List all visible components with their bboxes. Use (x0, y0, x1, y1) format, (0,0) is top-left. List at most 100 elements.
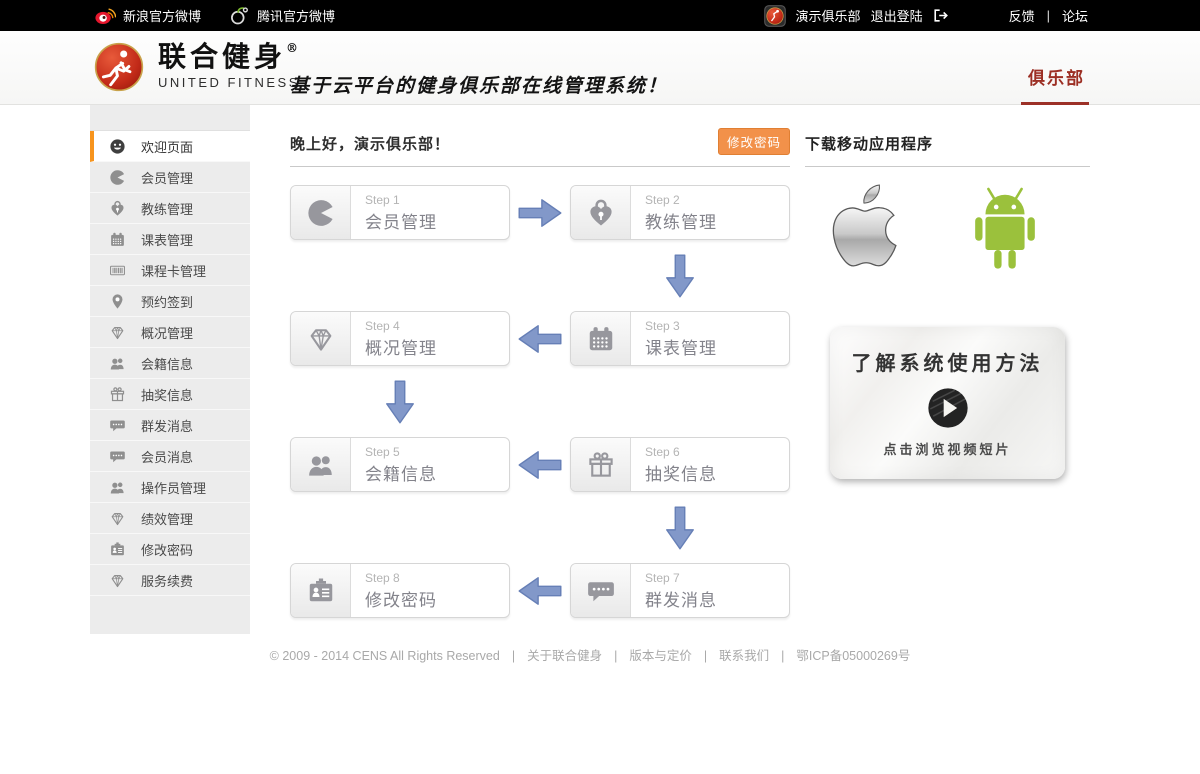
sidebar-item-checkin[interactable]: 预约签到 (90, 286, 250, 317)
step-box-password[interactable]: Step 8修改密码 (290, 563, 510, 618)
sidebar-item-coaches[interactable]: 教练管理 (90, 193, 250, 224)
sidebar-item-overview[interactable]: 概况管理 (90, 317, 250, 348)
sidebar-item-label: 会籍信息 (141, 354, 193, 373)
sidebar-top-filler (90, 105, 250, 131)
smiley-icon (109, 138, 126, 155)
diamond-icon (109, 324, 126, 341)
footer-divider: | (512, 649, 515, 663)
idcard-icon (109, 541, 126, 558)
feedback-link[interactable]: 反馈 (1009, 6, 1035, 25)
sidebar-item-welcome[interactable]: 欢迎页面 (90, 131, 250, 162)
sidebar-item-renewal[interactable]: 服务续费 (90, 565, 250, 596)
sidebar-item-label: 绩效管理 (141, 509, 193, 528)
download-title: 下载移动应用程序 (805, 105, 1090, 154)
footer-link[interactable]: 关于联合健身 (527, 649, 602, 663)
sidebar-item-course-cards[interactable]: 课程卡管理 (90, 255, 250, 286)
greeting-text: 晚上好，演示俱乐部！ (290, 136, 450, 153)
step-number: Step 3 (645, 319, 717, 333)
step-icon-cell (571, 312, 631, 365)
sidebar-item-label: 修改密码 (141, 540, 193, 559)
apple-logo[interactable] (817, 175, 907, 278)
logout-icon[interactable] (933, 8, 949, 23)
sidebar-item-label: 课程卡管理 (141, 261, 206, 280)
brand-name-en: UNITED FITNESS (158, 75, 300, 90)
sidebar-item-schedule[interactable]: 课表管理 (90, 224, 250, 255)
step-number: Step 1 (365, 193, 437, 207)
video-tutorial-note[interactable]: 了解系统使用方法 点击浏览视频短片 (830, 327, 1065, 479)
step-icon-cell (571, 564, 631, 617)
sidebar-list: 欢迎页面会员管理教练管理课表管理课程卡管理预约签到概况管理会籍信息抽奖信息群发消… (90, 131, 250, 596)
sidebar: 欢迎页面会员管理教练管理课表管理课程卡管理预约签到概况管理会籍信息抽奖信息群发消… (90, 105, 250, 634)
sidebar-item-broadcast[interactable]: 群发消息 (90, 410, 250, 441)
arrow-left-icon (510, 563, 570, 618)
arrow-left-icon (510, 437, 570, 492)
change-password-button[interactable]: 修改密码 (718, 128, 790, 155)
tencent-weibo-link[interactable]: 腾讯官方微博 (229, 6, 335, 25)
chat-icon (586, 576, 616, 606)
sidebar-item-members[interactable]: 会员管理 (90, 162, 250, 193)
step-icon-cell (571, 186, 631, 239)
step-title: 修改密码 (365, 586, 437, 611)
step-box-lottery[interactable]: Step 6抽奖信息 (570, 437, 790, 492)
step-box-broadcast[interactable]: Step 7群发消息 (570, 563, 790, 618)
step-text: Step 8修改密码 (351, 564, 437, 617)
greeting-divider (290, 166, 790, 167)
logout-link[interactable]: 退出登陆 (871, 6, 923, 25)
android-logo[interactable] (955, 185, 1055, 275)
sidebar-item-password[interactable]: 修改密码 (90, 534, 250, 565)
sina-weibo-link[interactable]: 新浪官方微博 (95, 6, 201, 25)
brand-name-cn: 联合健身 (158, 40, 286, 73)
topbar-divider: | (1047, 8, 1050, 23)
pacman-icon (109, 169, 126, 186)
main-content: 晚上好，演示俱乐部！ 修改密码 Step 1会员管理 Step 2教练管理 St… (290, 105, 790, 618)
step-box-schedule[interactable]: Step 3课表管理 (570, 311, 790, 366)
sidebar-item-lottery[interactable]: 抽奖信息 (90, 379, 250, 410)
step-box-overview[interactable]: Step 4概况管理 (290, 311, 510, 366)
chat-icon (109, 417, 126, 434)
step-text: Step 2教练管理 (631, 186, 717, 239)
step-number: Step 7 (645, 571, 717, 585)
step-box-coaches[interactable]: Step 2教练管理 (570, 185, 790, 240)
topbar-account-area: 演示俱乐部 退出登陆 反馈 | 论坛 (764, 5, 1088, 27)
sidebar-item-label: 服务续费 (141, 571, 193, 590)
step-box-members[interactable]: Step 1会员管理 (290, 185, 510, 240)
idcard-icon (306, 576, 336, 606)
step-number: Step 5 (365, 445, 437, 459)
video-note-title: 了解系统使用方法 (852, 347, 1044, 376)
footer-link[interactable]: 版本与定价 (629, 649, 692, 663)
tab-club[interactable]: 俱乐部 (1028, 64, 1085, 89)
copyright-text: © 2009 - 2014 CENS All Rights Reserved (270, 649, 500, 663)
play-icon[interactable] (925, 385, 971, 431)
pin-icon (109, 293, 126, 310)
forum-link[interactable]: 论坛 (1062, 6, 1088, 25)
gift-icon (586, 450, 616, 480)
step-title: 会籍信息 (365, 460, 437, 485)
footer-divider: | (614, 649, 617, 663)
step-number: Step 6 (645, 445, 717, 459)
step-icon-cell (571, 438, 631, 491)
sidebar-item-membership[interactable]: 会籍信息 (90, 348, 250, 379)
arrow-left-icon (510, 311, 570, 366)
calendar-icon (586, 324, 616, 354)
arrow-down-icon (570, 240, 790, 311)
icp-number: 鄂ICP备05000269号 (796, 649, 910, 663)
sidebar-item-label: 抽奖信息 (141, 385, 193, 404)
topbar: 新浪官方微博 腾讯官方微博 演示俱乐部 退出登陆 反馈 | 论坛 (0, 0, 1200, 31)
registered-mark: ® (286, 41, 298, 55)
club-name: 演示俱乐部 (796, 6, 861, 25)
workflow-diagram: Step 1会员管理 Step 2教练管理 Step 4概况管理 Step 3课… (290, 185, 790, 618)
arrow-down-icon (570, 492, 790, 563)
footer-divider: | (704, 649, 707, 663)
step-number: Step 8 (365, 571, 437, 585)
step-box-membership[interactable]: Step 5会籍信息 (290, 437, 510, 492)
step-title: 教练管理 (645, 208, 717, 233)
club-avatar (764, 5, 786, 27)
step-icon-cell (291, 438, 351, 491)
sidebar-item-member-messages[interactable]: 会员消息 (90, 441, 250, 472)
sidebar-item-operators[interactable]: 操作员管理 (90, 472, 250, 503)
step-title: 会员管理 (365, 208, 437, 233)
footer-link[interactable]: 联系我们 (719, 649, 769, 663)
sidebar-item-performance[interactable]: 绩效管理 (90, 503, 250, 534)
tencent-weibo-label: 腾讯官方微博 (257, 6, 335, 25)
step-text: Step 6抽奖信息 (631, 438, 717, 491)
